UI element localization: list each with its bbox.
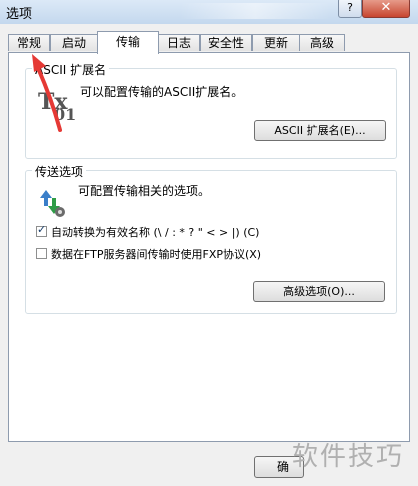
fxp-checkbox[interactable] xyxy=(36,248,47,259)
transfer-options-group: 传送选项 可配置传输相关的选项。 自动转换为有效名称 (\ / : * ? " … xyxy=(25,163,397,314)
ascii-description: 可以配置传输的ASCII扩展名。 xyxy=(80,85,244,99)
auto-convert-label[interactable]: 自动转换为有效名称 (\ / : * ? " < > |) (C) xyxy=(51,224,259,240)
ascii-tx-icon: Tx 01 xyxy=(38,89,77,124)
help-button[interactable]: ? xyxy=(338,0,362,18)
auto-convert-checkbox[interactable] xyxy=(36,223,47,237)
close-button[interactable]: ✕ xyxy=(362,0,410,18)
transfer-description: 可配置传输相关的选项。 xyxy=(78,184,211,198)
tab-log[interactable]: 日志 xyxy=(158,34,200,51)
tab-startup[interactable]: 启动 xyxy=(50,34,98,51)
tab-panel-transfer: ASCII 扩展名 Tx 01 可以配置传输的ASCII扩展名。 ASCII 扩… xyxy=(8,52,410,442)
title-bar-blur xyxy=(180,3,330,19)
ascii-extension-group: ASCII 扩展名 Tx 01 可以配置传输的ASCII扩展名。 ASCII 扩… xyxy=(25,61,397,159)
tab-updates[interactable]: 更新 xyxy=(252,34,300,51)
ascii-extension-button[interactable]: ASCII 扩展名(E)... xyxy=(254,120,386,141)
title-bar: 选项 ? ✕ xyxy=(0,0,418,24)
tab-transfer[interactable]: 传输 xyxy=(97,31,159,54)
tab-advanced[interactable]: 高级 xyxy=(299,34,345,51)
advanced-options-button[interactable]: 高级选项(O)... xyxy=(253,281,385,302)
window-title: 选项 xyxy=(6,7,33,22)
fxp-label[interactable]: 数据在FTP服务器间传输时使用FXP协议(X) xyxy=(51,246,261,262)
ascii-group-title: ASCII 扩展名 xyxy=(32,61,110,78)
tab-general[interactable]: 常规 xyxy=(8,34,50,51)
tab-security[interactable]: 安全性 xyxy=(200,34,252,51)
watermark: 软件技巧 xyxy=(292,442,405,472)
transfer-options-icon xyxy=(40,190,65,217)
transfer-group-title: 传送选项 xyxy=(32,163,87,180)
